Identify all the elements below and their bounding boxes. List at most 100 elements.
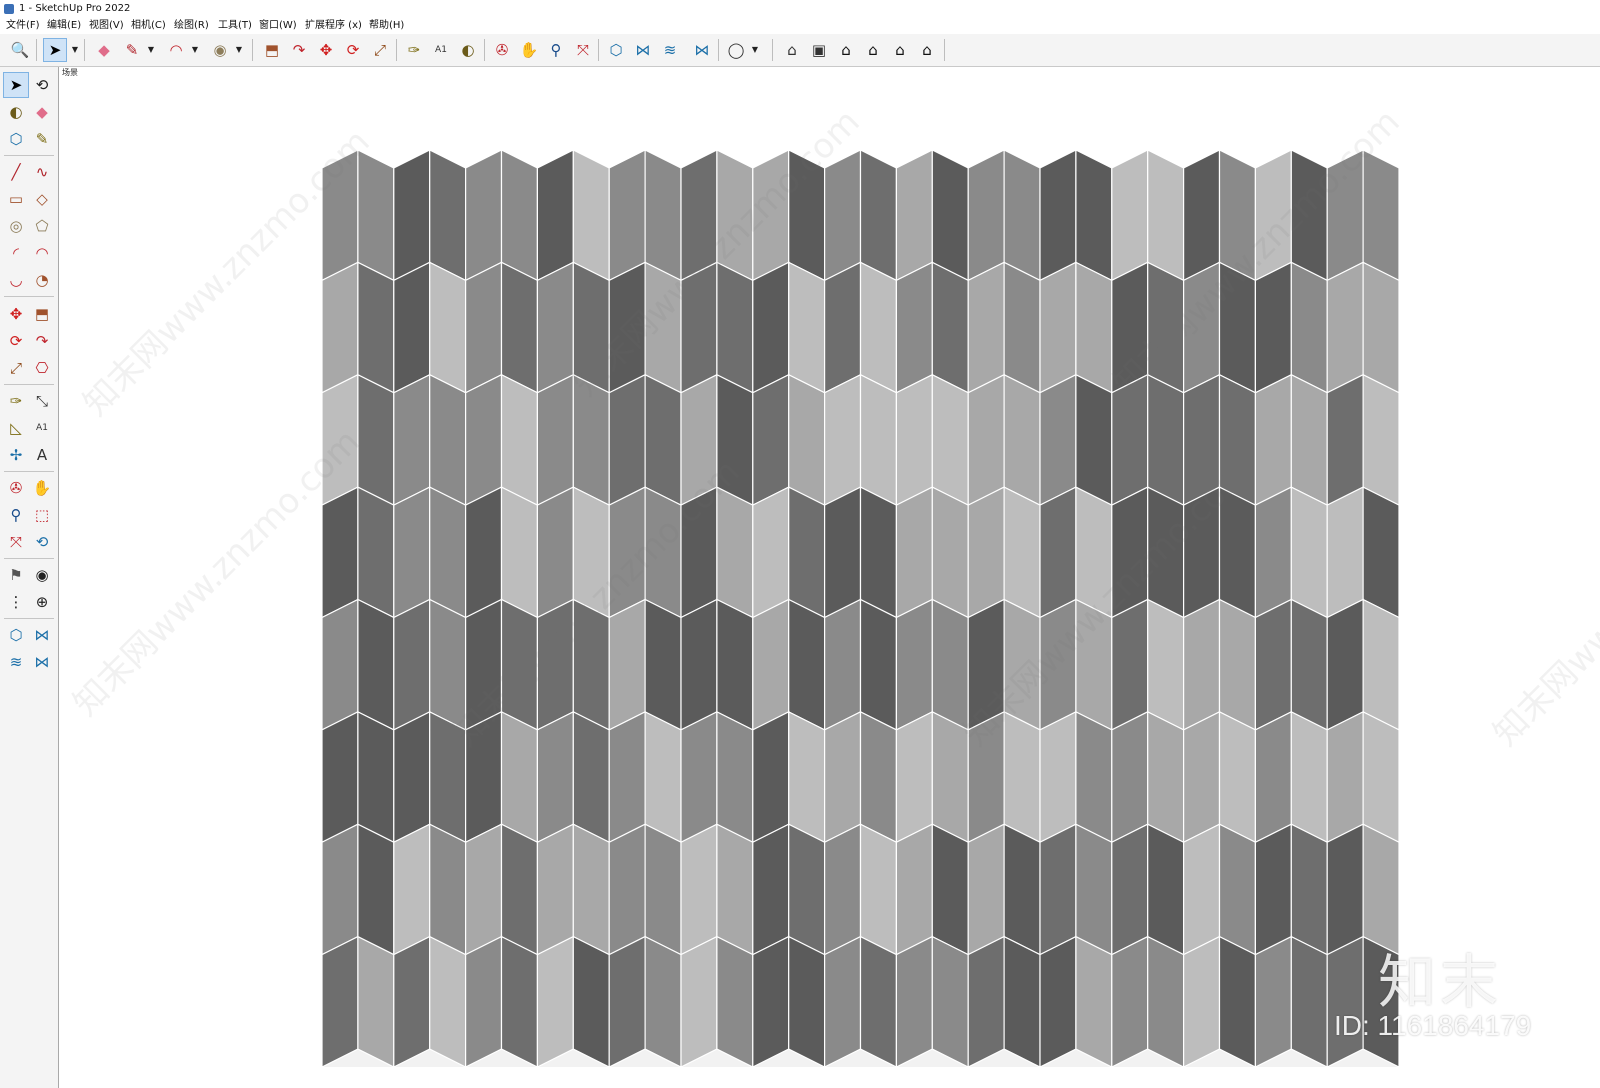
arc-dropdown-icon[interactable]: ▼ xyxy=(190,38,200,62)
tile[interactable] xyxy=(895,823,933,956)
tile[interactable] xyxy=(321,710,359,844)
tile[interactable] xyxy=(1111,149,1149,282)
tile[interactable] xyxy=(536,486,574,619)
tile[interactable] xyxy=(536,261,574,394)
tile[interactable] xyxy=(1111,823,1149,956)
tile[interactable] xyxy=(465,373,503,507)
side-look-around-button[interactable]: ◉ xyxy=(29,562,55,588)
tile[interactable] xyxy=(680,823,718,956)
tile[interactable] xyxy=(536,710,574,844)
tile[interactable] xyxy=(859,373,898,507)
tile[interactable] xyxy=(788,823,826,956)
menu-window[interactable]: 窗口(W) xyxy=(259,18,297,34)
side-orbit-tool-button[interactable]: ✇ xyxy=(3,475,29,501)
tile[interactable] xyxy=(1075,261,1113,394)
tile[interactable] xyxy=(644,935,682,1068)
side-offset-button[interactable]: ⎔ xyxy=(29,355,55,381)
tile[interactable] xyxy=(931,486,969,619)
scene-tab[interactable]: 场景 xyxy=(62,67,78,78)
tile[interactable] xyxy=(1362,486,1400,619)
tile[interactable] xyxy=(1039,149,1077,282)
tile[interactable] xyxy=(1218,710,1257,844)
account-dropdown-icon[interactable]: ▼ xyxy=(750,38,760,62)
tile[interactable] xyxy=(895,261,933,394)
tile[interactable] xyxy=(429,935,467,1068)
tile[interactable] xyxy=(823,598,862,731)
extension-warehouse-button[interactable]: ⋈ xyxy=(631,38,655,62)
tile[interactable] xyxy=(1362,261,1400,394)
tile[interactable] xyxy=(716,823,754,956)
side-line-button[interactable]: ╱ xyxy=(3,159,29,185)
tile[interactable] xyxy=(357,486,395,619)
tile[interactable] xyxy=(967,373,1005,507)
tile[interactable] xyxy=(1326,823,1364,956)
side-walk-button[interactable]: ⋮ xyxy=(3,589,29,615)
tile[interactable] xyxy=(1254,598,1292,731)
tile[interactable] xyxy=(572,710,610,844)
tile[interactable] xyxy=(931,598,969,731)
tile[interactable] xyxy=(967,935,1005,1068)
side-extension-manager-button[interactable]: ⋈ xyxy=(29,649,55,675)
model-viewport[interactable]: 场景 xyxy=(59,67,1600,1088)
side-rectangle-button[interactable]: ▭ xyxy=(3,186,29,212)
menu-camera[interactable]: 相机(C) xyxy=(131,18,166,34)
tile[interactable] xyxy=(931,710,969,844)
zoom-search-icon[interactable]: 🔍 xyxy=(8,38,32,62)
tile[interactable] xyxy=(1003,823,1041,956)
side-3d-warehouse-button[interactable]: ⬡ xyxy=(3,622,29,648)
tile[interactable] xyxy=(429,598,467,731)
front-view-button[interactable]: ⌂ xyxy=(834,38,858,62)
select-dropdown-icon[interactable]: ▼ xyxy=(70,38,80,62)
tile[interactable] xyxy=(680,935,718,1068)
tile[interactable] xyxy=(644,261,682,394)
tile[interactable] xyxy=(608,373,646,507)
tile[interactable] xyxy=(1290,710,1328,844)
tile[interactable] xyxy=(536,149,574,282)
tile[interactable] xyxy=(1182,149,1221,282)
tile[interactable] xyxy=(1326,149,1364,282)
rotate-button[interactable]: ⟳ xyxy=(341,38,365,62)
side-freehand-button[interactable]: ∿ xyxy=(29,159,55,185)
pencil-dropdown-icon[interactable]: ▼ xyxy=(146,38,156,62)
tile[interactable] xyxy=(1003,486,1041,619)
tile[interactable] xyxy=(1182,261,1221,394)
tile[interactable] xyxy=(357,373,395,507)
tile[interactable] xyxy=(788,373,826,507)
tile[interactable] xyxy=(1003,373,1041,507)
tile[interactable] xyxy=(1039,935,1077,1068)
tile[interactable] xyxy=(823,486,862,619)
tile[interactable] xyxy=(572,261,610,394)
tile[interactable] xyxy=(608,486,646,619)
tile[interactable] xyxy=(752,823,790,956)
tile[interactable] xyxy=(1147,710,1185,844)
tile[interactable] xyxy=(1182,823,1221,956)
tile[interactable] xyxy=(357,598,395,731)
tile[interactable] xyxy=(1111,598,1149,731)
tile[interactable] xyxy=(1362,598,1400,731)
tile[interactable] xyxy=(752,598,790,731)
tile[interactable] xyxy=(321,149,359,282)
select-tool-button[interactable]: ➤ xyxy=(43,38,67,62)
tile[interactable] xyxy=(967,598,1005,731)
tile[interactable] xyxy=(429,373,467,507)
tile[interactable] xyxy=(788,935,826,1068)
side-text-button[interactable]: A1 xyxy=(29,415,55,441)
side-3point-arc-button[interactable]: ◡ xyxy=(3,267,29,293)
tile[interactable] xyxy=(1039,598,1077,731)
tile[interactable] xyxy=(572,149,610,282)
tile[interactable] xyxy=(931,373,969,507)
tile[interactable] xyxy=(572,823,610,956)
tile[interactable] xyxy=(1147,823,1185,956)
side-pie-button[interactable]: ◔ xyxy=(29,267,55,293)
3d-warehouse-button[interactable]: ⬡ xyxy=(604,38,628,62)
tile[interactable] xyxy=(644,486,682,619)
menu-view[interactable]: 视图(V) xyxy=(89,18,124,34)
tile[interactable] xyxy=(1218,149,1257,282)
tile[interactable] xyxy=(680,598,718,731)
tile[interactable] xyxy=(644,598,682,731)
pencil-button[interactable]: ✎ xyxy=(120,38,144,62)
tile[interactable] xyxy=(1326,486,1364,619)
side-circle-button[interactable]: ◎ xyxy=(3,213,29,239)
tile[interactable] xyxy=(823,373,862,507)
tile[interactable] xyxy=(1326,710,1364,844)
